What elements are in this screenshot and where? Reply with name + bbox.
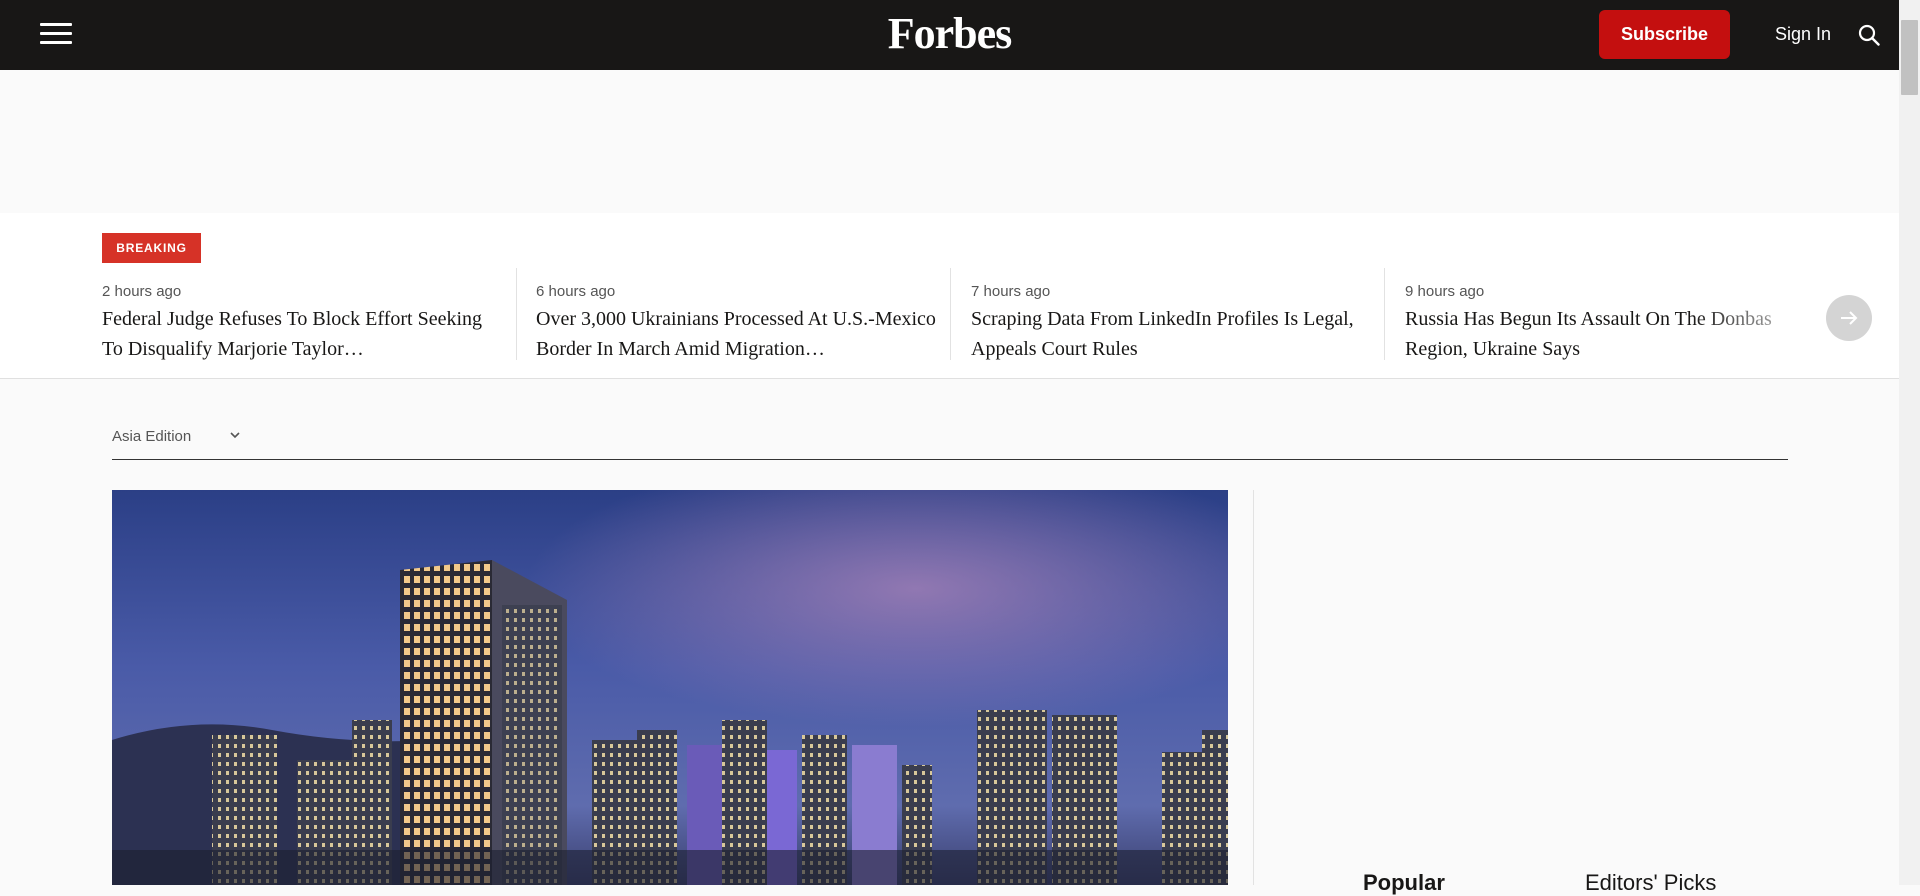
- news-time: 2 hours ago: [102, 283, 182, 300]
- news-time: 6 hours ago: [536, 283, 616, 300]
- breaking-news-item[interactable]: 7 hours ago Scraping Data From LinkedIn …: [971, 268, 1371, 360]
- news-headline[interactable]: Federal Judge Refuses To Block Effort Se…: [102, 304, 502, 364]
- breaking-news-item[interactable]: 9 hours ago Russia Has Begun Its Assault…: [1405, 268, 1805, 360]
- top-navigation-bar: Forbes Subscribe Sign In: [0, 0, 1899, 70]
- news-time: 9 hours ago: [1405, 283, 1485, 300]
- news-divider: [1384, 268, 1385, 360]
- news-time: 7 hours ago: [971, 283, 1051, 300]
- subscribe-button[interactable]: Subscribe: [1599, 10, 1730, 59]
- edition-label[interactable]: Asia Edition: [112, 428, 191, 445]
- vertical-scrollbar[interactable]: [1899, 0, 1920, 885]
- news-headline[interactable]: Russia Has Begun Its Assault On The Donb…: [1405, 304, 1805, 364]
- news-divider: [516, 268, 517, 360]
- arrow-right-icon[interactable]: [1826, 295, 1872, 341]
- breaking-news-item[interactable]: 6 hours ago Over 3,000 Ukrainians Proces…: [536, 268, 936, 360]
- sign-in-link[interactable]: Sign In: [1775, 24, 1831, 45]
- breaking-news-item[interactable]: 2 hours ago Federal Judge Refuses To Blo…: [102, 268, 502, 360]
- hero-image[interactable]: [112, 490, 1228, 885]
- news-headline[interactable]: Scraping Data From LinkedIn Profiles Is …: [971, 304, 1371, 364]
- city-skyline-image: [112, 490, 1228, 885]
- breaking-badge: BREAKING: [102, 233, 201, 263]
- hamburger-menu-icon[interactable]: [40, 23, 72, 45]
- ad-placeholder: [0, 70, 1899, 213]
- tab-editors-picks[interactable]: Editors' Picks: [1585, 870, 1716, 896]
- column-divider: [1253, 490, 1254, 885]
- chevron-down-icon[interactable]: [227, 427, 243, 443]
- news-divider: [950, 268, 951, 360]
- news-headline[interactable]: Over 3,000 Ukrainians Processed At U.S.-…: [536, 304, 936, 364]
- breaking-news-strip: BREAKING 2 hours ago Federal Judge Refus…: [0, 213, 1899, 379]
- edition-selector[interactable]: Asia Edition: [112, 425, 1788, 460]
- scrollbar-thumb[interactable]: [1901, 20, 1918, 95]
- tab-popular[interactable]: Popular: [1363, 870, 1445, 896]
- search-icon[interactable]: [1858, 24, 1880, 46]
